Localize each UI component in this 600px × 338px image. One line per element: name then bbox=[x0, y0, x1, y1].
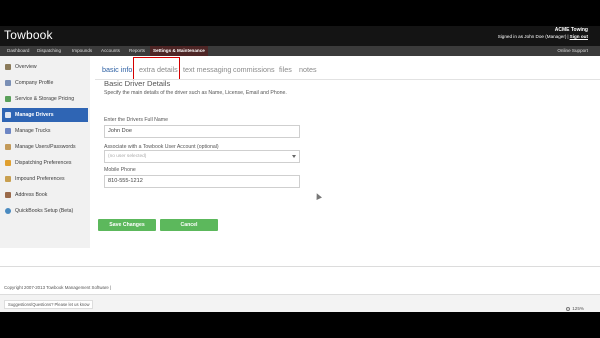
sidebar-item-label: Service & Storage Pricing bbox=[15, 96, 75, 102]
mobile-phone-label: Mobile Phone bbox=[104, 167, 136, 173]
dispatch-icon bbox=[5, 160, 11, 166]
tabs-divider bbox=[95, 79, 600, 80]
user-account-select[interactable]: (no user selected) bbox=[104, 150, 300, 163]
status-bar: Suggestions/Questions? Please let us kno… bbox=[0, 294, 600, 312]
users-icon bbox=[5, 144, 11, 150]
suggestions-link[interactable]: Suggestions/Questions? Please let us kno… bbox=[4, 300, 94, 309]
driver-name-input[interactable]: John Doe bbox=[104, 125, 300, 138]
nav-reports[interactable]: Reports bbox=[126, 46, 148, 56]
building-icon bbox=[5, 80, 11, 86]
nav-settings-maintenance[interactable]: Settings & Maintenance bbox=[150, 46, 208, 56]
app-window: Towbook ACME Towing Signed in as John Do… bbox=[0, 26, 600, 312]
mobile-phone-input[interactable]: 810-555-1212 bbox=[104, 175, 300, 188]
wrench-icon bbox=[5, 64, 11, 70]
zoom-level: 125% bbox=[572, 306, 584, 311]
quickbooks-icon bbox=[5, 208, 11, 214]
signout-link[interactable]: Sign out bbox=[570, 34, 588, 39]
driver-tabs: basic info extra details text messaging … bbox=[90, 56, 600, 80]
app-logo[interactable]: Towbook bbox=[4, 28, 53, 42]
tab-highlight-box bbox=[133, 57, 180, 80]
signed-in-info: Signed in as John Doe (Manager)|Sign out bbox=[498, 34, 588, 39]
cancel-button[interactable]: Cancel bbox=[160, 219, 218, 231]
sidebar-item-label: Impound Preferences bbox=[15, 176, 65, 182]
sidebar-item-company-profile[interactable]: Company Profile bbox=[2, 76, 88, 90]
footer-divider bbox=[0, 266, 600, 267]
address-book-icon bbox=[5, 192, 11, 198]
top-header: Towbook ACME Towing Signed in as John Do… bbox=[0, 26, 600, 46]
nav-impounds[interactable]: Impounds bbox=[69, 46, 95, 56]
driver-icon bbox=[5, 112, 11, 118]
sidebar-item-label: Dispatching Preferences bbox=[15, 160, 72, 166]
page-description: Specify the main details of the driver s… bbox=[104, 90, 287, 96]
tab-files[interactable]: files bbox=[279, 65, 292, 74]
nav-dashboard[interactable]: Dashboard bbox=[4, 46, 32, 56]
sidebar-item-label: QuickBooks Setup (Beta) bbox=[15, 208, 74, 214]
nav-dispatching[interactable]: Dispatching bbox=[34, 46, 64, 56]
driver-name-value: John Doe bbox=[108, 128, 132, 134]
copyright-text: Copyright 2007-2013 Towbook Management S… bbox=[4, 285, 112, 290]
online-support-link[interactable]: Online Support bbox=[557, 46, 588, 56]
sidebar-item-label: Overview bbox=[15, 64, 37, 70]
signed-in-separator: | bbox=[567, 34, 569, 39]
zoom-icon bbox=[566, 306, 571, 311]
driver-name-label: Enter the Drivers Full Name bbox=[104, 117, 168, 123]
user-account-selected: (no user selected) bbox=[108, 154, 147, 159]
save-changes-button[interactable]: Save Changes bbox=[98, 219, 156, 231]
sidebar-item-manage-trucks[interactable]: Manage Trucks bbox=[2, 124, 88, 138]
sidebar-item-manage-drivers[interactable]: Manage Drivers bbox=[2, 108, 88, 122]
tab-commissions[interactable]: commissions bbox=[233, 65, 275, 74]
truck-icon bbox=[5, 128, 11, 134]
sidebar-item-label: Manage Trucks bbox=[15, 128, 51, 134]
main-nav: Dashboard Dispatching Impounds Accounts … bbox=[0, 46, 600, 56]
signed-in-text: Signed in as John Doe (Manager) bbox=[497, 34, 567, 39]
sidebar-item-quickbooks[interactable]: QuickBooks Setup (Beta) bbox=[2, 204, 88, 218]
company-name: ACME Towing bbox=[554, 27, 588, 33]
page-title: Basic Driver Details bbox=[104, 79, 171, 88]
sidebar-item-overview[interactable]: Overview bbox=[2, 60, 88, 74]
mobile-phone-value: 810-555-1212 bbox=[108, 178, 143, 184]
sidebar-item-address-book[interactable]: Address Book bbox=[2, 188, 88, 202]
tab-notes[interactable]: notes bbox=[299, 65, 317, 74]
zoom-indicator[interactable]: 125% bbox=[566, 306, 584, 311]
chevron-down-icon bbox=[292, 155, 296, 158]
settings-sidebar: Overview Company Profile Service & Stora… bbox=[0, 56, 90, 248]
nav-accounts[interactable]: Accounts bbox=[98, 46, 123, 56]
sidebar-item-label: Manage Drivers bbox=[15, 112, 54, 118]
money-icon bbox=[5, 96, 11, 102]
sidebar-item-impound-preferences[interactable]: Impound Preferences bbox=[2, 172, 88, 186]
tab-text-messaging[interactable]: text messaging bbox=[183, 65, 231, 74]
sidebar-item-label: Manage Users/Passwords bbox=[15, 144, 76, 150]
tab-basic-info[interactable]: basic info bbox=[102, 65, 132, 74]
sidebar-item-dispatching-preferences[interactable]: Dispatching Preferences bbox=[2, 156, 88, 170]
sidebar-item-label: Company Profile bbox=[15, 80, 54, 86]
lock-icon bbox=[5, 176, 11, 182]
sidebar-item-pricing[interactable]: Service & Storage Pricing bbox=[2, 92, 88, 106]
sidebar-item-label: Address Book bbox=[15, 192, 48, 198]
sidebar-item-manage-users[interactable]: Manage Users/Passwords bbox=[2, 140, 88, 154]
